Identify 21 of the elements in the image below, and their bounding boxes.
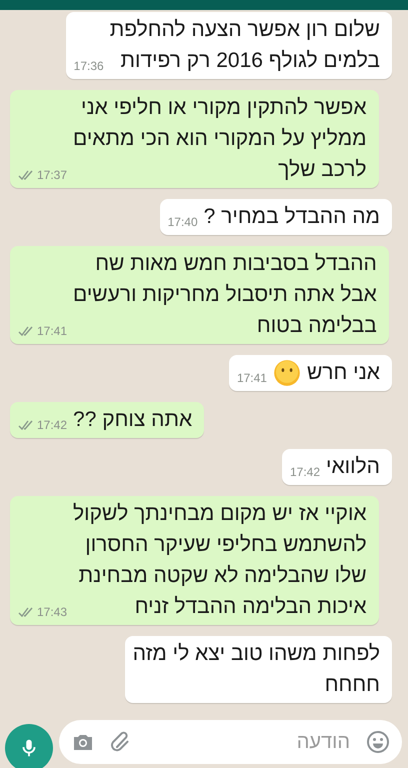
message-time: 17:42 [290, 465, 320, 479]
message-text: שלום רון אפשר הצעה להחלפת בלמים לגולף 2016 רק רפידות [110, 17, 380, 74]
message-text: ההבדל בסביבות חמש מאות שח אבל אתה תיסבול מחריקות ורעשים בבלימה בטוח [73, 251, 377, 339]
message-input-field[interactable]: הודעה [59, 720, 402, 764]
message-time: 17:41 [37, 324, 68, 338]
message-time: 17:37 [37, 168, 68, 182]
message-text: אני חרש [306, 360, 380, 386]
message-text: מה ההבדל במחיר ? [204, 204, 380, 230]
message-time: 17:42 [37, 418, 68, 432]
message-text: אתה צוחק ?? [73, 407, 192, 433]
message-time: 17:41 [236, 371, 267, 385]
message-text: אפשר להתקין מקורי או חליפי אני ממליץ על המקורי הוא הכי מתאים לרכב שלך [73, 95, 367, 183]
message-text: אוקיי אז יש מקום מבחינתך לשקול להשתמש בחליפי שעיקר החסרון שלו שהבלימה לא שקטה מבחינת איכות הבלימה ההבדל זניח [73, 501, 367, 620]
microphone-button[interactable] [5, 724, 53, 768]
message-text: לפחות משהו טוב יצא לי מזה חחחח [132, 641, 380, 698]
message-input[interactable]: הודעה [147, 730, 352, 754]
message-time: 17:36 [74, 59, 104, 73]
message-time: 17:40 [168, 215, 198, 229]
message-time: 17:43 [37, 605, 68, 619]
message-text: הלוואי [326, 454, 380, 480]
emoji-icon[interactable] [366, 730, 390, 754]
